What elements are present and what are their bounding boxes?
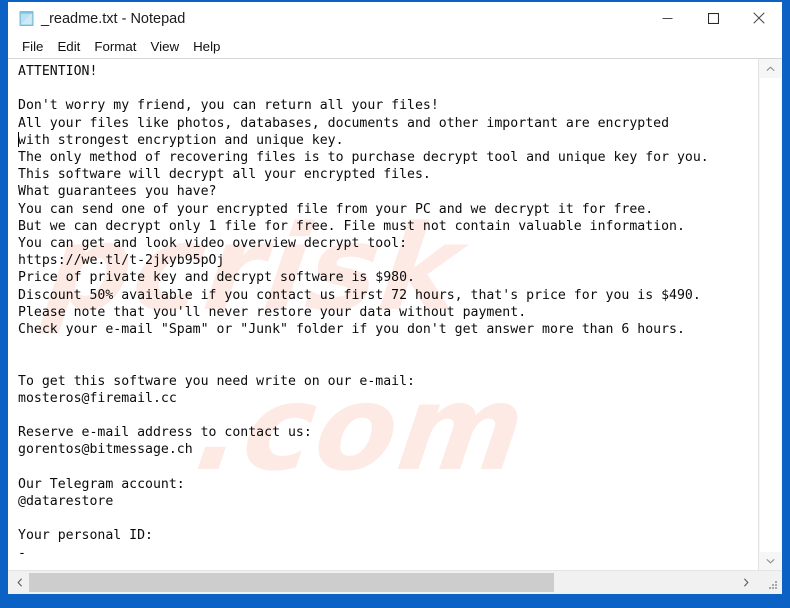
text-editor[interactable]: pcrisk .com ATTENTION! Don't worry my fr…: [8, 59, 758, 571]
scroll-left-icon[interactable]: [10, 571, 30, 594]
menu-item-edit[interactable]: Edit: [50, 37, 87, 57]
ransom-note-text: ATTENTION! Don't worry my friend, you ca…: [18, 64, 709, 561]
window-title: _readme.txt - Notepad: [41, 11, 186, 27]
window-client-area: _readme.txt - Notepad File Edit Format V…: [8, 2, 782, 594]
text-caret: [18, 132, 19, 147]
vertical-scrollbar-thumb[interactable]: [760, 78, 781, 552]
scroll-down-icon[interactable]: [759, 552, 782, 570]
maximize-button[interactable]: [690, 2, 736, 34]
window-controls: [644, 2, 782, 34]
menu-item-view[interactable]: View: [143, 37, 186, 57]
notepad-window: _readme.txt - Notepad File Edit Format V…: [0, 0, 790, 608]
minimize-button[interactable]: [644, 2, 690, 34]
menu-item-help[interactable]: Help: [186, 37, 227, 57]
resize-grip-icon[interactable]: [767, 579, 779, 591]
editor-area: pcrisk .com ATTENTION! Don't worry my fr…: [8, 58, 782, 594]
close-button[interactable]: [736, 2, 782, 34]
scroll-up-icon[interactable]: [759, 60, 782, 78]
menu-item-format[interactable]: Format: [87, 37, 143, 57]
horizontal-scrollbar-thumb[interactable]: [29, 573, 554, 592]
title-bar[interactable]: _readme.txt - Notepad: [8, 2, 782, 36]
menu-item-file[interactable]: File: [15, 37, 50, 57]
notepad-document-icon: [18, 10, 36, 28]
scroll-right-icon[interactable]: [736, 571, 756, 594]
menu-bar: File Edit Format View Help: [8, 36, 782, 58]
horizontal-scrollbar[interactable]: [8, 570, 782, 594]
vertical-scrollbar[interactable]: [758, 59, 782, 571]
